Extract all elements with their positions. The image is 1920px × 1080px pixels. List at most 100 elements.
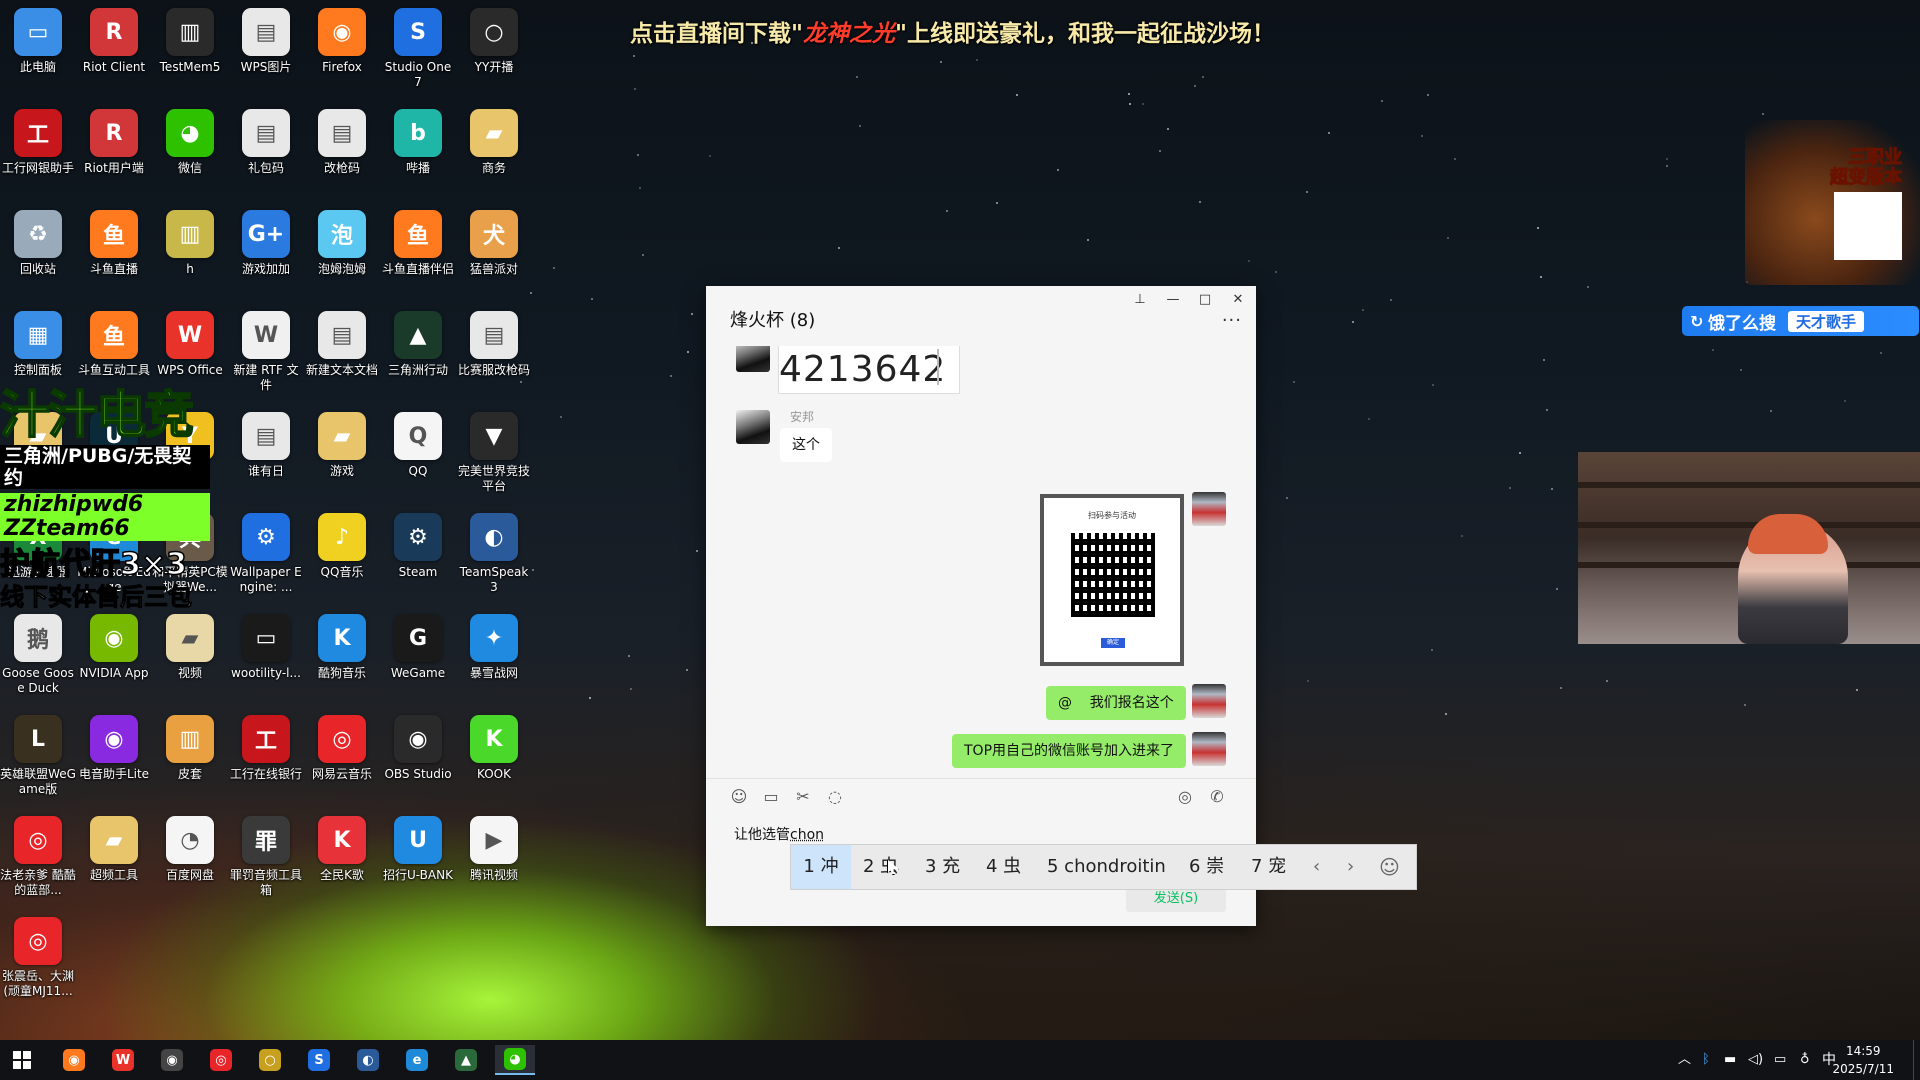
desktop-shortcut[interactable]: 鹅 Goose Goose Duck — [0, 606, 76, 702]
desktop-shortcut[interactable]: U 招行U-BANK — [380, 808, 456, 904]
my-avatar[interactable] — [1192, 492, 1226, 526]
wechat-group-window[interactable]: 烽火杯 (8) ⊥ — □ ✕ ··· 4213642 安邦 这个 扫码参与活动… — [706, 286, 1256, 926]
more-options-icon[interactable]: ··· — [1222, 310, 1242, 331]
message-bubble[interactable]: 这个 — [780, 428, 832, 462]
desktop-shortcut[interactable]: b 哔播 — [380, 101, 456, 197]
desktop-shortcut[interactable]: ◉ OBS Studio — [380, 707, 456, 803]
taskbar-app-button[interactable]: ◉ — [54, 1045, 94, 1075]
ime-candidate-6[interactable]: 6 崇 — [1189, 845, 1224, 889]
desktop-shortcut[interactable]: G+ 游戏加加 — [228, 202, 304, 298]
desktop-shortcut[interactable]: ▰ 游戏 — [304, 404, 380, 500]
ime-next-page-icon[interactable]: › — [1347, 845, 1354, 889]
ime-prev-page-icon[interactable]: ‹ — [1313, 845, 1320, 889]
desktop-shortcut[interactable]: ▰ 视频 — [152, 606, 228, 702]
live-icon[interactable]: ◎ — [1176, 788, 1194, 806]
desktop-shortcut[interactable]: ♻ 回收站 — [0, 202, 76, 298]
chat-history-icon[interactable]: ◌ — [826, 788, 844, 806]
message-bubble-mine[interactable]: @ 我们报名这个 — [1046, 686, 1186, 720]
my-avatar[interactable] — [1192, 684, 1226, 718]
taskbar-clock[interactable]: 14:59 2025/7/11 — [1832, 1042, 1894, 1078]
start-button[interactable] — [2, 1045, 42, 1075]
desktop-shortcut[interactable]: ▤ WPS图片 — [228, 0, 304, 96]
desktop-shortcut[interactable]: 罪罪罚音频工具箱 — [228, 808, 304, 904]
desktop-shortcut[interactable]: ▥ TestMem5 — [152, 0, 228, 96]
desktop-shortcut[interactable]: ▤ 礼包码 — [228, 101, 304, 197]
desktop-shortcut[interactable]: ◉ NVIDIA App — [76, 606, 152, 702]
desktop-shortcut[interactable]: ▶ 腾讯视频 — [456, 808, 532, 904]
desktop-shortcut[interactable]: ▤ 谁有日 — [228, 404, 304, 500]
desktop-shortcut[interactable]: ▤ 新建文本文档 — [304, 303, 380, 399]
desktop-shortcut[interactable]: ▼ 完美世界竞技平台 — [456, 404, 532, 500]
call-icon[interactable]: ✆ — [1208, 788, 1226, 806]
message-list[interactable]: 4213642 安邦 这个 扫码参与活动 确定 @ 我们报名这个 TOP用自己的… — [706, 346, 1256, 779]
desktop-shortcut[interactable]: 鱼斗鱼直播 — [76, 202, 152, 298]
desktop-shortcut[interactable]: 犬猛兽派对 — [456, 202, 532, 298]
desktop-shortcut[interactable]: ✦ 暴雪战网 — [456, 606, 532, 702]
desktop-shortcut[interactable]: 泡泡姆泡姆 — [304, 202, 380, 298]
minimize-button[interactable]: — — [1163, 292, 1183, 307]
tray-keyboard-icon[interactable]: ▬ — [1724, 1040, 1736, 1080]
desktop-shortcut[interactable]: Q QQ — [380, 404, 456, 500]
desktop-shortcut[interactable]: S Studio One 7 — [380, 0, 456, 96]
desktop-shortcut[interactable]: ▲ 三角洲行动 — [380, 303, 456, 399]
taskbar-app-button[interactable]: ◎ — [201, 1045, 241, 1075]
chat-titlebar[interactable]: 烽火杯 (8) ⊥ — □ ✕ ··· — [706, 286, 1256, 346]
member-avatar-anbang[interactable] — [736, 410, 770, 444]
taskbar-app-button[interactable]: e — [397, 1045, 437, 1075]
tray-expand-icon[interactable]: ︿ — [1678, 1040, 1691, 1080]
desktop-shortcut[interactable]: R Riot用户端 — [76, 101, 152, 197]
desktop-shortcut[interactable]: ○ YY开播 — [456, 0, 532, 96]
desktop-shortcut[interactable]: L 英雄联盟WeGame版 — [0, 707, 76, 803]
desktop-shortcut[interactable]: ⚙ Steam — [380, 505, 456, 601]
taskbar-app-button[interactable]: ◉ — [152, 1045, 192, 1075]
show-desktop-button[interactable] — [1913, 1040, 1920, 1080]
scissors-icon[interactable]: ✂ — [794, 788, 812, 806]
desktop-shortcut[interactable]: K 酷狗音乐 — [304, 606, 380, 702]
search-ad-bar[interactable]: ↻ 饿了么搜 天才歌手 — [1682, 306, 1919, 336]
desktop-shortcut[interactable]: K KOOK — [456, 707, 532, 803]
desktop-shortcut[interactable]: ▰ 商务 — [456, 101, 532, 197]
desktop-shortcut[interactable]: ▤ 改枪码 — [304, 101, 380, 197]
desktop-shortcut[interactable]: G WeGame — [380, 606, 456, 702]
ime-candidate-4[interactable]: 4 虫 — [986, 845, 1021, 889]
taskbar-app-button[interactable]: ○ — [250, 1045, 290, 1075]
desktop-shortcut[interactable]: ⚙ Wallpaper Engine: ... — [228, 505, 304, 601]
desktop-shortcut[interactable]: K 全民K歌 — [304, 808, 380, 904]
taskbar-app-button[interactable]: S — [299, 1045, 339, 1075]
desktop-shortcut[interactable]: ◎ 法老亲爹 酷酷的蓝部... — [0, 808, 76, 904]
desktop-shortcut[interactable]: 鱼斗鱼直播伴侣 — [380, 202, 456, 298]
desktop-shortcut[interactable]: ◔ 百度网盘 — [152, 808, 228, 904]
desktop-shortcut[interactable]: R Riot Client — [76, 0, 152, 96]
desktop-shortcut[interactable]: 工工行在线银行 — [228, 707, 304, 803]
game-ad-widget[interactable]: 三职业 超变版本 — [1745, 120, 1920, 285]
maximize-button[interactable]: □ — [1195, 292, 1215, 307]
close-button[interactable]: ✕ — [1228, 292, 1248, 307]
desktop-shortcut[interactable]: ▭ 此电脑 — [0, 0, 76, 96]
desktop-shortcut[interactable]: ▭ wootility-l... — [228, 606, 304, 702]
taskbar-app-button[interactable]: ◐ — [348, 1045, 388, 1075]
desktop-shortcut[interactable]: ◎ 张震岳、大渊 (顽童MJ11... — [0, 909, 76, 1005]
ime-candidate-bar[interactable]: 1 冲 2 虫 3 充 4 虫 5 chondroitin 6 崇 7 宠 ‹ … — [790, 844, 1417, 890]
desktop-shortcut[interactable]: ▥ 皮套 — [152, 707, 228, 803]
desktop-shortcut[interactable]: ◕ 微信 — [152, 101, 228, 197]
ime-candidate-3[interactable]: 3 充 — [925, 845, 960, 889]
ime-candidate-5[interactable]: 5 chondroitin — [1047, 845, 1166, 889]
my-avatar[interactable] — [1192, 732, 1226, 766]
emoji-icon[interactable]: ☺ — [730, 788, 748, 806]
ime-emoji-icon[interactable]: ☺ — [1379, 845, 1400, 889]
desktop-shortcut[interactable]: ◎ 网易云音乐 — [304, 707, 380, 803]
message-input[interactable]: 让他选管chon — [734, 824, 824, 844]
folder-icon[interactable]: ▭ — [762, 788, 780, 806]
tray-bluetooth-icon[interactable]: ᛒ — [1702, 1040, 1710, 1080]
desktop-shortcut[interactable]: ◉ 电音助手Lite — [76, 707, 152, 803]
desktop-shortcut[interactable]: 工工行网银助手 — [0, 101, 76, 197]
tray-volume-icon[interactable]: ◁) — [1748, 1040, 1763, 1080]
ime-candidate-1[interactable]: 1 冲 — [791, 845, 851, 889]
desktop-shortcut[interactable]: ▤ 比赛服改枪码 — [456, 303, 532, 399]
desktop-shortcut[interactable]: ◉ Firefox — [304, 0, 380, 96]
image-message-number[interactable]: 4213642 — [778, 346, 960, 394]
tray-network-icon[interactable]: ▭ — [1774, 1040, 1786, 1080]
ime-candidate-7[interactable]: 7 宠 — [1251, 845, 1286, 889]
desktop-shortcut[interactable]: ▰ 超频工具 — [76, 808, 152, 904]
taskbar-app-button[interactable]: ◕ — [495, 1045, 535, 1075]
